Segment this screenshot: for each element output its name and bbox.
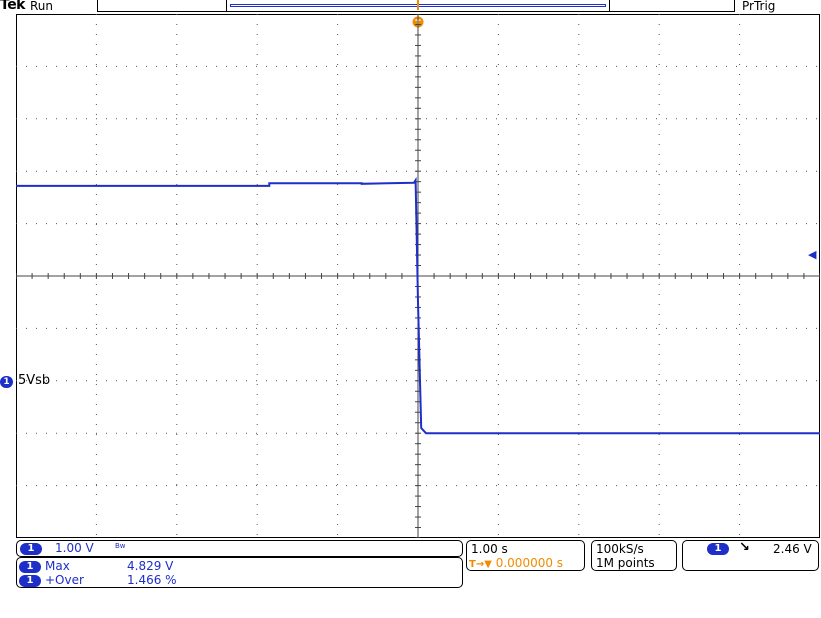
measurement-name: +Over [45, 573, 84, 587]
trigger-box[interactable]: 1 ↘ 2.46 V [682, 540, 819, 571]
channel-1-marker[interactable]: 1 [0, 376, 13, 388]
trigger-offset-icon: T→▼ [469, 559, 492, 570]
trigger-position-value: 0.000000 s [495, 556, 564, 570]
measurement-value: 4.829 V [127, 559, 174, 573]
trigger-position-readout: T→▼ 0.000000 s [469, 556, 563, 572]
measurements-box[interactable]: 1 Max 4.829 V 1 +Over 1.466 % [16, 557, 463, 588]
volts-per-div: 1.00 V [55, 541, 94, 555]
bandwidth-limit-icon: Bᴡ [115, 542, 126, 550]
channel-settings-box[interactable]: 1 1.00 V Bᴡ [16, 540, 463, 557]
time-per-div: 1.00 s [471, 542, 508, 556]
trigger-status: PrTrig [742, 0, 776, 13]
trigger-level: 2.46 V [773, 542, 812, 556]
channel-1-label: 5Vsb [18, 373, 51, 388]
measurement-name: Max [45, 559, 70, 573]
record-length: 1M points [596, 556, 655, 570]
trigger-source-badge: 1 [707, 543, 729, 555]
waveform-display[interactable] [16, 14, 820, 538]
measurement-overshoot: 1 +Over 1.466 % [19, 573, 177, 587]
timebase-box[interactable]: 1.00 s T→▼ 0.000000 s [466, 540, 585, 571]
acquisition-box[interactable]: 100kS/s 1M points [591, 540, 677, 571]
measurement-channel-badge: 1 [19, 560, 41, 573]
trigger-slope-icon: ↘ [739, 540, 750, 555]
trigger-level-arrow-icon[interactable]: ◀ [808, 248, 816, 261]
measurement-max: 1 Max 4.829 V [19, 559, 173, 573]
channel-badge: 1 [20, 543, 42, 555]
run-state: Run [30, 0, 54, 13]
measurement-channel-badge: 1 [19, 574, 41, 587]
brand-logo: Tek [0, 0, 26, 13]
sample-rate: 100kS/s [596, 542, 644, 556]
measurement-value: 1.466 % [127, 573, 177, 587]
